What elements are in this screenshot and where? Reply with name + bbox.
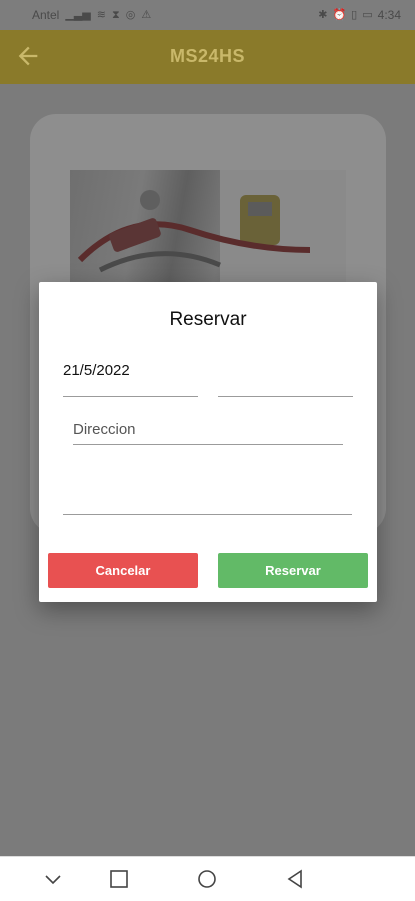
page-title: MS24HS	[169, 46, 246, 66]
hourglass-icon: ⧗	[111, 9, 120, 21]
chevron-down-icon[interactable]	[43, 869, 63, 889]
address-input[interactable]	[73, 414, 343, 445]
alarm-icon: ⏰	[332, 9, 347, 21]
service-image	[70, 170, 346, 285]
date-value: 21/5/2022	[63, 362, 130, 379]
signal-icon: ▁▃▅	[65, 9, 91, 21]
bluetooth-icon: ✱	[318, 9, 328, 21]
reservation-dialog: Reservar 21/5/2022 Cancelar Reservar	[39, 282, 377, 602]
cancel-button[interactable]: Cancelar	[48, 553, 198, 588]
notes-field[interactable]	[63, 472, 352, 515]
status-right: ✱ ⏰ ▯ ▭ 4:34	[318, 8, 401, 22]
date-field[interactable]: 21/5/2022	[63, 362, 198, 397]
status-left: Antel ▁▃▅ ≋ ⧗ ◎ ⚠	[32, 8, 151, 22]
app-bar: MS24HS	[0, 30, 415, 84]
triangle-back-icon[interactable]	[285, 869, 305, 889]
status-bar: Antel ▁▃▅ ≋ ⧗ ◎ ⚠ ✱ ⏰ ▯ ▭ 4:34	[0, 0, 415, 30]
dialog-title: Reservar	[169, 309, 247, 330]
time-field[interactable]	[218, 362, 353, 397]
battery-icon: ▭	[362, 9, 373, 21]
vibrate-icon: ▯	[351, 9, 358, 21]
wifi-icon: ≋	[96, 9, 106, 21]
circle-icon[interactable]	[197, 869, 217, 889]
system-nav-bar	[0, 856, 415, 901]
reserve-button[interactable]: Reservar	[218, 553, 368, 588]
clock-time: 4:34	[377, 8, 401, 22]
warning-icon: ⚠	[141, 9, 152, 21]
whatsapp-icon: ◎	[125, 9, 136, 21]
service-photo-illustration	[77, 170, 346, 285]
square-icon[interactable]	[109, 869, 129, 889]
carrier-label: Antel	[32, 8, 60, 22]
